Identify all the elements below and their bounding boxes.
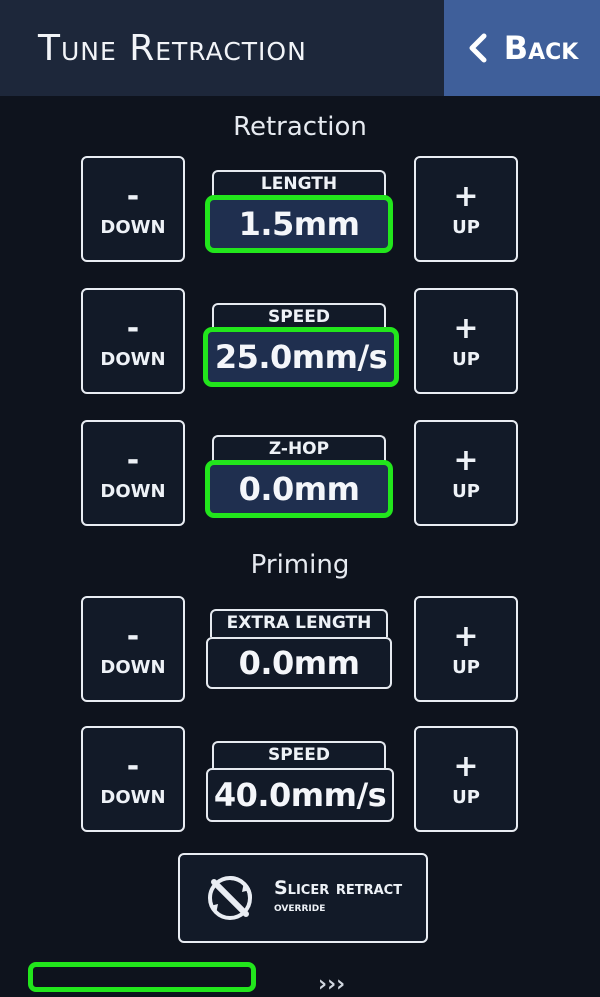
extra-length-down-button[interactable]: - DOWN [81,596,185,702]
up-label: UP [452,480,480,502]
minus-icon: - [126,748,140,784]
zhop-up-button[interactable]: + UP [414,420,518,526]
length-label: LENGTH [212,170,386,198]
override-label-line1: Slicer retract [274,877,403,899]
length-down-button[interactable]: - DOWN [81,156,185,262]
zhop-down-button[interactable]: - DOWN [81,420,185,526]
extra-length-up-button[interactable]: + UP [414,596,518,702]
up-label: UP [452,348,480,370]
priming-speed-value: 40.0mm/s [206,768,394,822]
back-label: Back [503,29,579,67]
down-label: DOWN [100,348,166,370]
speed-down-button[interactable]: - DOWN [81,288,185,394]
chevron-left-icon [469,33,487,63]
section-title-retraction: Retraction [233,112,367,142]
bottom-tab-selected[interactable] [28,962,256,992]
minus-icon: - [126,442,140,478]
override-icon [208,876,252,920]
chevrons-icon[interactable]: ››› [318,972,345,997]
zhop-label: Z-HOP [212,435,386,463]
speed-up-button[interactable]: + UP [414,288,518,394]
priming-speed-label: SPEED [212,741,386,769]
length-up-button[interactable]: + UP [414,156,518,262]
speed-label: SPEED [212,303,386,331]
extra-length-label: EXTRA LENGTH [210,609,388,637]
page-title: Tune Retraction [38,28,307,69]
down-label: DOWN [100,656,166,678]
up-label: UP [452,656,480,678]
down-label: DOWN [100,216,166,238]
minus-icon: - [126,310,140,346]
up-label: UP [452,216,480,238]
plus-icon: + [453,748,479,784]
down-label: DOWN [100,786,166,808]
back-button[interactable]: Back [444,0,600,96]
down-label: DOWN [100,480,166,502]
up-label: UP [452,786,480,808]
plus-icon: + [453,618,479,654]
zhop-value: 0.0mm [208,463,390,515]
plus-icon: + [453,442,479,478]
plus-icon: + [453,178,479,214]
plus-icon: + [453,310,479,346]
extra-length-value: 0.0mm [206,637,392,689]
override-label-line2: override [274,900,326,915]
section-title-priming: Priming [250,550,350,580]
priming-speed-up-button[interactable]: + UP [414,726,518,832]
length-value: 1.5mm [208,198,390,250]
speed-value: 25.0mm/s [206,330,396,384]
priming-speed-down-button[interactable]: - DOWN [81,726,185,832]
minus-icon: - [126,178,140,214]
minus-icon: - [126,618,140,654]
header-bar: Tune Retraction Back [0,0,600,96]
slicer-retract-override-button[interactable]: Slicer retract override [178,853,428,943]
